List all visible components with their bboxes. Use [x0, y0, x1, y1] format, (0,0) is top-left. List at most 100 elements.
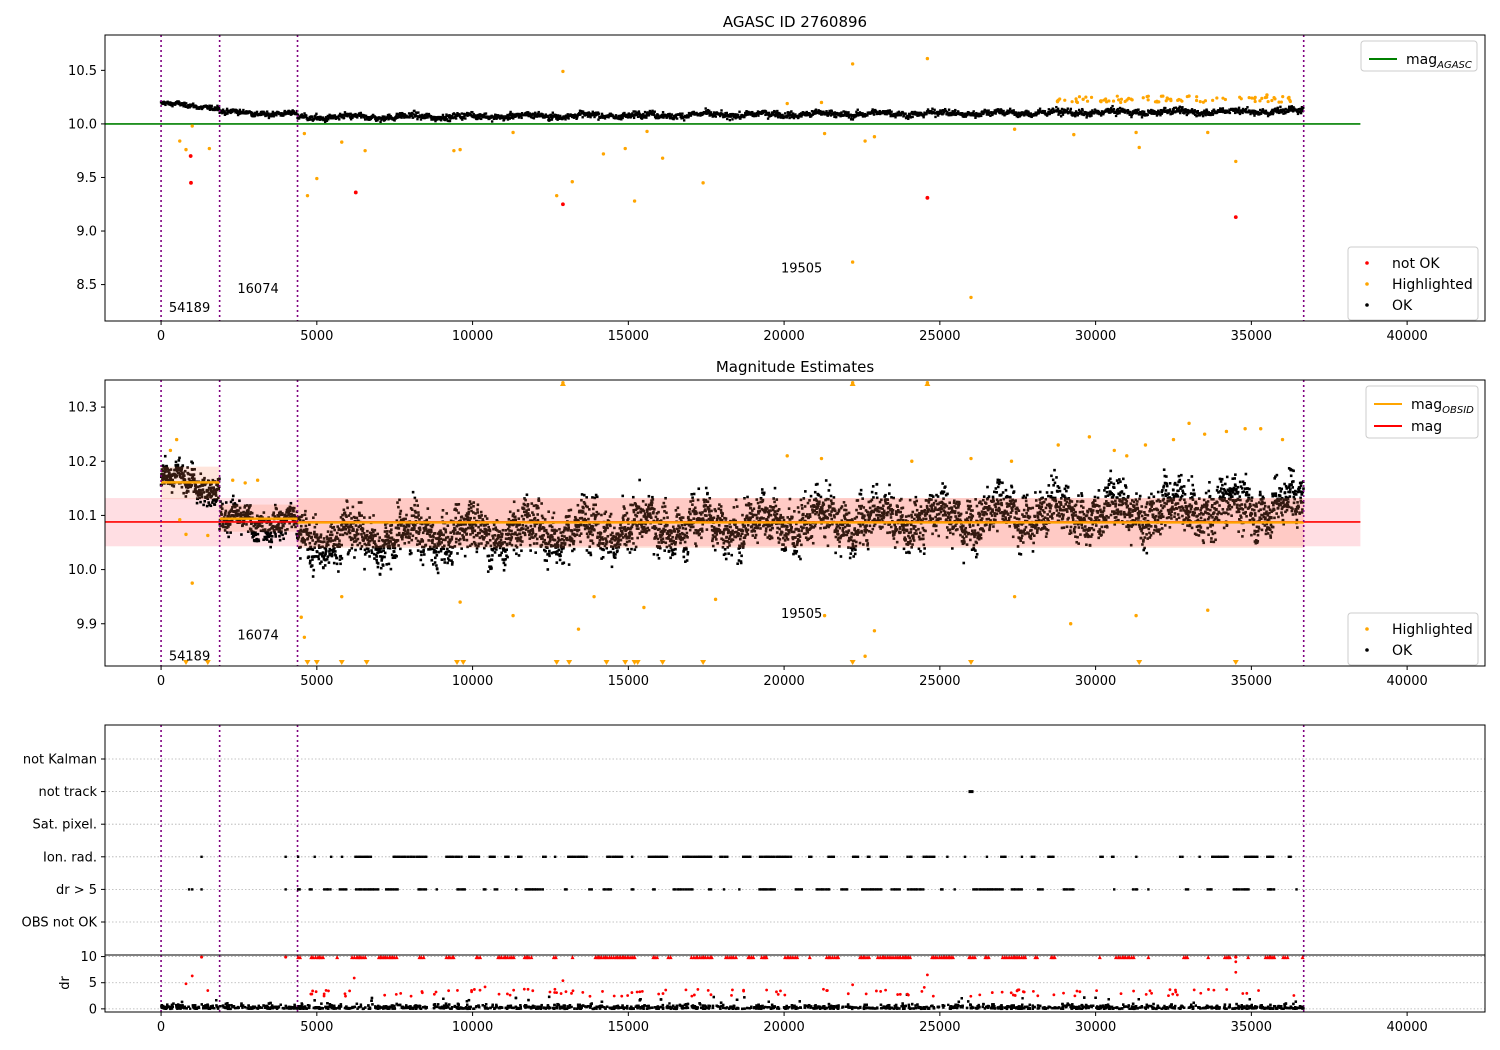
ok-point [363, 567, 366, 571]
ok-point [1074, 113, 1077, 117]
ok-point [1143, 110, 1146, 113]
ok-point [484, 112, 488, 115]
ok-point [332, 561, 336, 565]
middle-panel: Magnitude Estimates 541891607419505 0 500… [68, 358, 1486, 689]
ok-point [389, 567, 393, 571]
ok-point [661, 111, 665, 114]
ok-point [364, 551, 368, 554]
ok-point [270, 538, 273, 541]
ok-point [503, 563, 507, 567]
ok-point [954, 108, 957, 112]
x-tick-label: 40000 [1386, 329, 1427, 344]
ok-point [545, 559, 548, 562]
ok-point [307, 555, 311, 559]
ok-point [202, 503, 205, 507]
ok-point [1201, 114, 1205, 118]
ok-point [493, 551, 497, 554]
highlighted-point [1141, 96, 1145, 100]
highlighted-point [850, 62, 855, 66]
ok-point [340, 557, 344, 560]
ok-point [610, 565, 614, 569]
legend-label: Highlighted [1392, 277, 1473, 293]
ok-point [433, 561, 437, 564]
highlighted-point [872, 135, 877, 139]
ok-point [315, 112, 318, 116]
ok-point [176, 463, 180, 467]
ok-point [1233, 111, 1237, 115]
ok-point [491, 554, 494, 557]
ok-point [376, 565, 380, 569]
ok-point [670, 113, 674, 116]
highlighted-point [1117, 98, 1121, 102]
ok-point [366, 547, 370, 551]
highlighted-point [363, 148, 367, 153]
highlighted-point [1270, 98, 1274, 103]
ok-point [558, 558, 562, 562]
highlighted-point [1179, 98, 1183, 102]
ok-point [675, 117, 679, 120]
ok-point [616, 549, 619, 553]
ok-point [872, 113, 876, 116]
ok-point [436, 571, 440, 575]
ok-point [317, 555, 320, 558]
ok-point [934, 115, 937, 119]
ok-point [257, 539, 261, 543]
highlighted-point [561, 69, 565, 74]
not-ok-point [561, 202, 565, 207]
ok-point [446, 561, 449, 565]
highlighted-point [190, 124, 194, 128]
not-ok-point [189, 180, 193, 185]
ok-point [490, 120, 494, 123]
ok-point [490, 558, 494, 562]
ok-point [500, 551, 503, 555]
highlighted-point [1286, 96, 1290, 100]
ok-point [410, 551, 413, 555]
ok-point [359, 547, 363, 551]
ok-point [325, 558, 329, 561]
ok-point [1066, 107, 1069, 110]
ok-point [630, 547, 633, 551]
ok-point [330, 554, 334, 558]
ok-point [323, 564, 327, 567]
highlighted-point [554, 193, 559, 198]
ok-point [376, 562, 380, 565]
ok-point [269, 531, 273, 535]
ok-point [613, 556, 617, 559]
highlighted-point [1165, 96, 1169, 100]
ok-point [726, 117, 729, 121]
ok-point [1038, 107, 1042, 110]
ok-point [548, 554, 551, 558]
ok-point [1241, 111, 1244, 115]
highlighted-point [184, 147, 188, 152]
ok-point [433, 556, 437, 560]
ok-point [890, 110, 893, 113]
ok-point [766, 117, 770, 120]
ok-point [651, 109, 654, 113]
ok-point [1164, 106, 1167, 110]
ok-point [446, 547, 449, 551]
top-panel: AGASC ID 2760896 541891607419505 0 5000 10… [68, 13, 1486, 344]
ok-point [435, 567, 439, 571]
ok-point [505, 548, 509, 552]
obsid-label: 19505 [781, 262, 822, 277]
highlighted-point [785, 101, 789, 106]
ok-point [728, 118, 732, 122]
ok-point [1238, 112, 1242, 116]
highlighted-point [1155, 100, 1159, 104]
highlighted-point [1260, 96, 1264, 101]
ok-point [174, 460, 178, 464]
highlighted-point [1134, 130, 1138, 135]
ok-point [311, 575, 315, 578]
ok-point [370, 549, 373, 552]
x-tick-label: 20000 [763, 329, 804, 344]
ok-point [463, 554, 467, 558]
highlighted-point [925, 56, 930, 61]
ok-point [334, 550, 337, 553]
ok-point [776, 109, 779, 113]
ok-point [1168, 108, 1172, 111]
ok-point [668, 112, 671, 116]
ok-point [320, 560, 323, 564]
ok-point [448, 119, 452, 123]
highlighted-point [1074, 97, 1078, 101]
ok-point [422, 549, 425, 552]
